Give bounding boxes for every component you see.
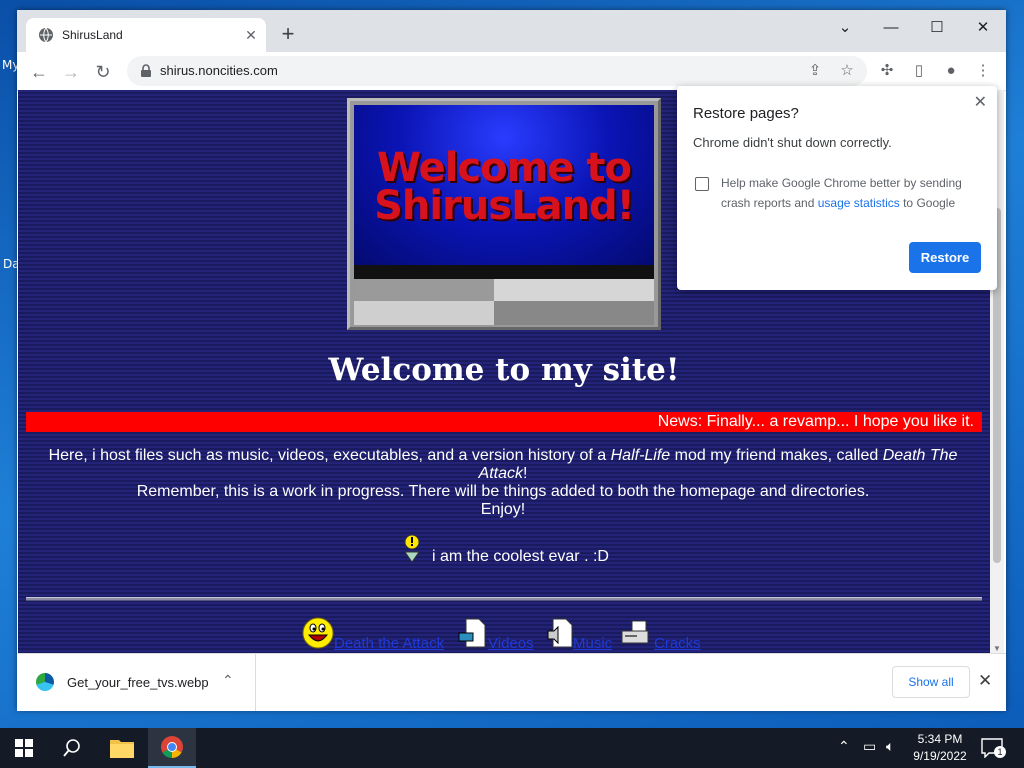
back-button[interactable]: ← — [25, 58, 53, 86]
file-explorer-taskbar-button[interactable] — [98, 728, 146, 768]
folder-icon — [110, 740, 134, 758]
search-icon — [63, 739, 80, 757]
intro-line-3: Enjoy! — [480, 501, 526, 518]
download-file-name[interactable]: Get_your_free_tvs.webp — [67, 675, 209, 690]
close-shelf-icon[interactable]: ✕ — [978, 671, 992, 691]
restore-pages-dialog: Restore pages? ✕ Chrome didn't shut down… — [677, 86, 997, 290]
taskbar-clock[interactable]: 5:34 PM 9/19/2022 — [908, 731, 972, 765]
bookmark-star-icon[interactable]: ☆ — [837, 61, 857, 81]
page-heading: Welcome to my site! — [328, 352, 680, 388]
search-button[interactable] — [48, 728, 96, 768]
nav-link-label[interactable]: Cracks — [654, 635, 701, 652]
cool-text: i am the coolest evar . :D — [432, 548, 609, 565]
tray-chevron-up-icon[interactable]: ⌃ — [838, 738, 850, 755]
dialog-close-icon[interactable]: ✕ — [974, 92, 987, 112]
extensions-icon[interactable]: ✣ — [877, 61, 897, 81]
notification-count: 1 — [994, 746, 1006, 758]
tab-title: ShirusLand — [62, 28, 123, 42]
chrome-icon — [161, 736, 183, 758]
address-bar[interactable]: shirus.noncities.com ⇪ ☆ — [127, 56, 867, 86]
smiley-icon — [302, 617, 334, 649]
share-icon[interactable]: ⇪ — [805, 61, 825, 81]
dialog-title: Restore pages? — [693, 105, 799, 122]
chrome-taskbar-button[interactable] — [148, 728, 196, 768]
usage-statistics-link[interactable]: usage statistics — [818, 196, 900, 210]
restore-button[interactable]: Restore — [909, 242, 981, 273]
intro-text: Here, i host files such as music, videos… — [48, 447, 958, 518]
checkbox-label: Help make Google Chrome better by sendin… — [721, 176, 962, 210]
windows-logo-icon — [15, 739, 33, 757]
tab-shirusland[interactable]: ShirusLand ✕ — [26, 18, 266, 52]
lock-icon[interactable] — [139, 64, 153, 78]
disk-drive-icon — [621, 620, 649, 644]
tab-strip: ShirusLand ✕ + ⌄ — ☐ ✕ — [17, 10, 1006, 52]
news-text: News: Finally... a revamp... I hope you … — [657, 413, 974, 430]
tab-search-icon[interactable]: ⌄ — [822, 14, 868, 42]
url-text[interactable]: shirus.noncities.com — [160, 63, 278, 78]
notification-button[interactable]: 1 — [980, 736, 1006, 760]
profile-avatar-icon[interactable]: ● — [941, 61, 961, 81]
nav-link-label[interactable]: Death the Attack — [334, 635, 444, 652]
usage-stats-checkbox[interactable] — [695, 177, 709, 191]
side-panel-icon[interactable]: ▯ — [909, 61, 929, 81]
exclamation-icon — [404, 534, 420, 563]
half-life-text: Half-Life — [610, 447, 671, 464]
video-file-icon — [458, 618, 486, 648]
start-button[interactable] — [0, 728, 48, 768]
show-all-button[interactable]: Show all — [892, 666, 970, 698]
clock-date: 9/19/2022 — [913, 749, 967, 763]
menu-kebab-icon[interactable]: ⋮ — [973, 61, 993, 81]
globe-icon — [39, 27, 53, 43]
news-marquee: News: Finally... a revamp... I hope you … — [26, 412, 982, 432]
reload-button[interactable]: ↻ — [89, 58, 117, 86]
nav-link-label[interactable]: Videos — [488, 635, 534, 652]
minimize-button[interactable]: — — [868, 14, 914, 42]
maximize-button[interactable]: ☐ — [914, 14, 960, 42]
dialog-message: Chrome didn't shut down correctly. — [693, 135, 892, 150]
tab-close-icon[interactable]: ✕ — [242, 26, 260, 44]
network-icon[interactable]: ▭ — [863, 738, 876, 755]
clock-time: 5:34 PM — [917, 732, 963, 746]
download-shelf: Get_your_free_tvs.webp ⌃ Show all ✕ — [17, 653, 1006, 711]
banner-text: Welcome to ShirusLand! — [374, 145, 635, 229]
download-item[interactable]: Get_your_free_tvs.webp ⌃ — [17, 654, 256, 711]
forward-button[interactable]: → — [57, 58, 85, 86]
welcome-banner-image: Welcome to ShirusLand! — [347, 98, 661, 330]
new-tab-button[interactable]: + — [276, 23, 300, 47]
chevron-up-icon[interactable]: ⌃ — [222, 672, 234, 689]
intro-line-2: Remember, this is a work in progress. Th… — [136, 483, 870, 500]
close-window-button[interactable]: ✕ — [960, 14, 1006, 42]
edge-file-icon — [36, 673, 54, 691]
volume-icon[interactable]: 🔈︎ — [886, 738, 894, 755]
scroll-down-arrow-icon[interactable]: ▼ — [993, 644, 1001, 653]
taskbar: ⌃ ▭ 🔈︎ 5:34 PM 9/19/2022 1 — [0, 728, 1024, 768]
nav-link-label[interactable]: Music — [573, 635, 612, 652]
nav-links: Death the Attack Videos Music Cracks — [18, 615, 990, 653]
divider — [26, 597, 982, 601]
